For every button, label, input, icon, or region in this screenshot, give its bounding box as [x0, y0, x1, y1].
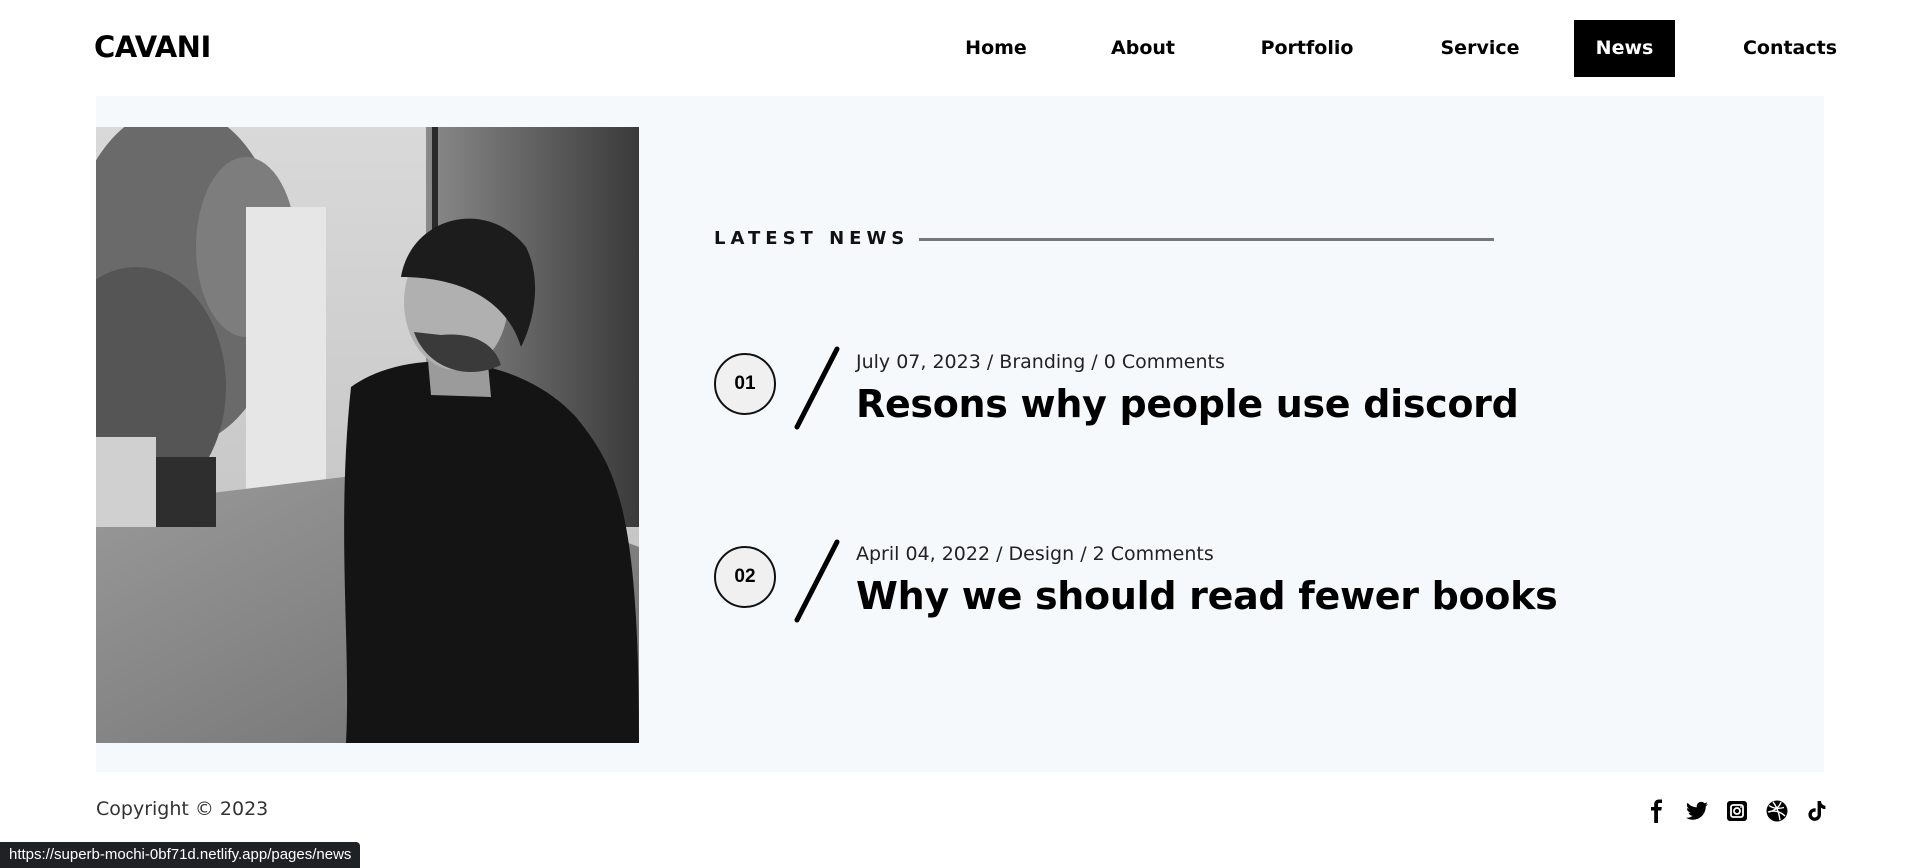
news-number-badge: 01: [714, 353, 776, 415]
facebook-icon[interactable]: [1645, 799, 1669, 823]
heading-divider: [919, 238, 1494, 241]
news-meta: July 07, 2023 / Branding / 0 Comments: [856, 351, 1225, 373]
nav-home[interactable]: Home: [948, 20, 1044, 77]
slash-divider: [794, 346, 840, 430]
dribbble-icon[interactable]: [1765, 799, 1789, 823]
latest-news-heading: LATEST NEWS: [714, 228, 910, 249]
twitter-icon[interactable]: [1685, 799, 1709, 823]
news-number-badge: 02: [714, 546, 776, 608]
nav-portfolio[interactable]: Portfolio: [1246, 20, 1368, 77]
copyright-text: Copyright © 2023: [96, 798, 269, 820]
tiktok-icon[interactable]: [1805, 799, 1829, 823]
nav-news[interactable]: News: [1574, 20, 1675, 77]
news-title-link[interactable]: Resons why people use discord: [856, 382, 1519, 426]
browser-status-url: https://superb-mochi-0bf71d.netlify.app/…: [0, 842, 361, 868]
news-title-link[interactable]: Why we should read fewer books: [856, 574, 1558, 618]
main-nav: Home About Portfolio Service News Contac…: [0, 20, 1920, 77]
nav-about[interactable]: About: [1098, 20, 1188, 77]
nav-service[interactable]: Service: [1424, 20, 1536, 77]
news-meta: April 04, 2022 / Design / 2 Comments: [856, 543, 1214, 565]
nav-contacts[interactable]: Contacts: [1730, 20, 1850, 77]
instagram-icon[interactable]: [1725, 799, 1749, 823]
profile-photo: [96, 127, 639, 743]
slash-divider: [794, 539, 840, 623]
